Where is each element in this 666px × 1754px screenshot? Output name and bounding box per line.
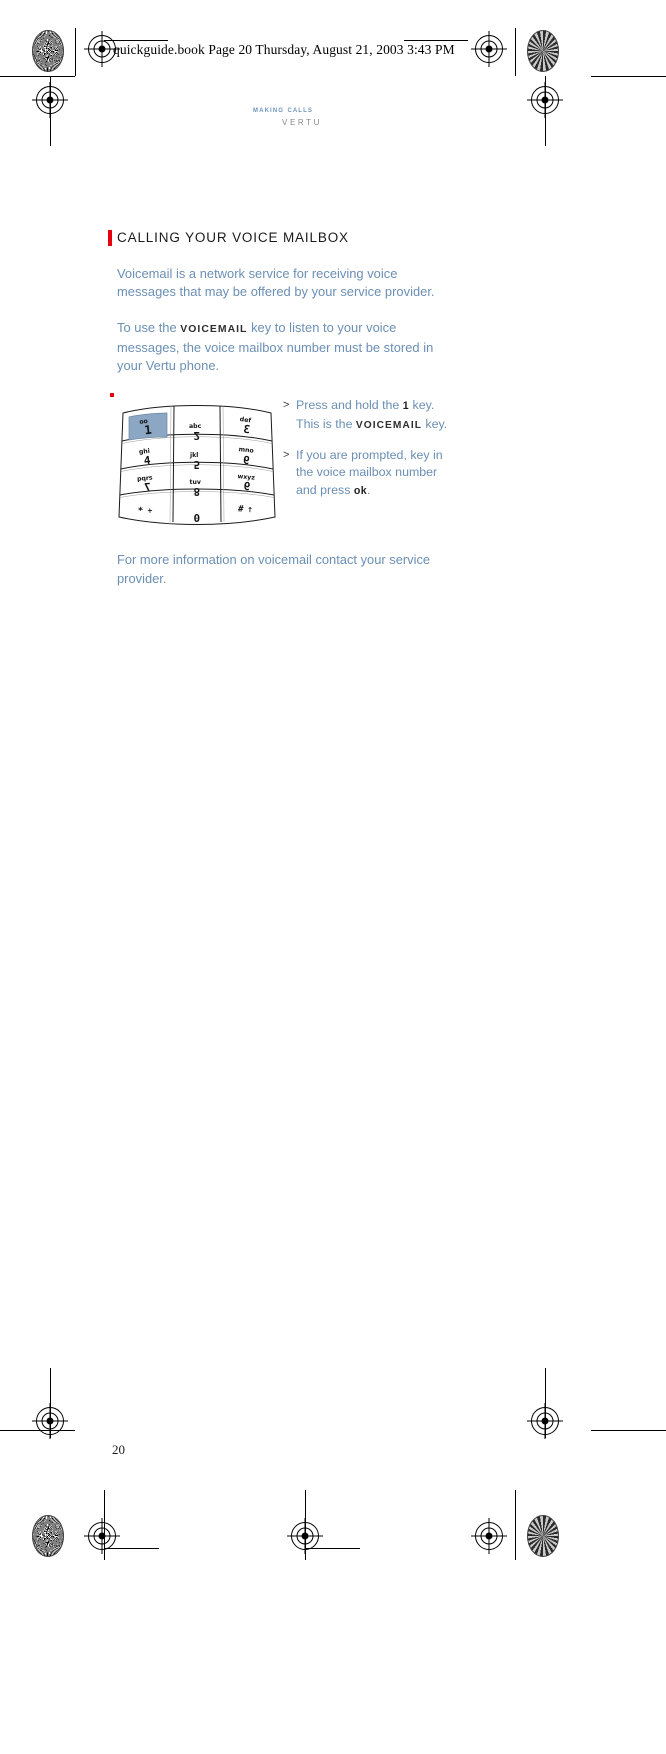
step-item-1: > Press and hold the 1 key. This is the v… xyxy=(283,397,458,434)
svg-text:6: 6 xyxy=(242,453,250,467)
bottom-crop-rule-left xyxy=(104,1548,159,1549)
running-head: Making calls VERTU xyxy=(183,104,383,127)
svg-text:9: 9 xyxy=(243,480,251,494)
step-list: > Press and hold the 1 key. This is the v… xyxy=(283,397,458,512)
svg-text:7: 7 xyxy=(144,481,152,495)
svg-text:*: * xyxy=(138,507,144,517)
crop-line-over-text-left xyxy=(104,40,168,41)
usage-paragraph: To use the voicemail key to listen to yo… xyxy=(117,319,458,376)
svg-text:5: 5 xyxy=(194,458,201,471)
phone-keypad-illustration: .kl{fill:none;stroke:#1a1a1a;stroke-widt… xyxy=(118,405,276,526)
page-number: 20 xyxy=(112,1442,125,1457)
closing-paragraph: For more information on voicemail contac… xyxy=(117,552,431,586)
page-trim-line-top xyxy=(0,76,75,77)
bottom-trim-line-right xyxy=(515,1490,516,1560)
trim-edge-left xyxy=(50,76,51,146)
step-item-2: > If you are prompted, key in the voice m… xyxy=(283,447,458,501)
trim-edge-left-lower xyxy=(50,1368,51,1438)
svg-text:3: 3 xyxy=(243,423,251,437)
running-head-brand: VERTU xyxy=(282,118,322,127)
print-starburst-bottom-right xyxy=(527,1515,559,1557)
page-content: CALLING YOUR VOICE MAILBOX Voicemail is … xyxy=(108,230,458,588)
crop-rule-top-right-v xyxy=(515,28,516,76)
print-starburst-top-right xyxy=(527,30,559,72)
step-marker-icon: > xyxy=(283,448,290,461)
crop-line-over-text-right xyxy=(404,40,468,41)
svg-text:2: 2 xyxy=(194,429,201,442)
registration-mark-bottom-right xyxy=(471,1518,507,1554)
running-head-section: Making calls xyxy=(253,104,313,114)
page-trim-line-top-right xyxy=(591,76,666,77)
svg-text:+: + xyxy=(147,507,154,515)
step-marker-icon: > xyxy=(283,399,290,412)
figure-and-steps: .kl{fill:none;stroke:#1a1a1a;stroke-widt… xyxy=(108,393,458,531)
step-2-key: ok xyxy=(353,484,368,497)
heading-red-marker xyxy=(108,230,112,246)
figure-red-square-marker xyxy=(110,393,114,398)
crop-rule-top-left-v xyxy=(75,28,76,76)
step-1-key-name: voicemail xyxy=(355,420,422,432)
crop-header-text: quickguide.book Page 20 Thursday, August… xyxy=(113,42,455,57)
step-1-text-3: key. xyxy=(421,417,448,432)
svg-text:abc: abc xyxy=(189,423,202,430)
svg-text:0: 0 xyxy=(194,511,201,524)
intro-paragraph: Voicemail is a network service for recei… xyxy=(117,266,435,300)
trim-edge-right-lower xyxy=(545,1368,546,1438)
trim-edge-right xyxy=(545,76,546,146)
svg-text:4: 4 xyxy=(143,454,151,468)
bottom-crop-rule-center xyxy=(305,1548,360,1549)
document-page: quickguide.book Page 20 Thursday, August… xyxy=(0,0,666,1754)
footer-trim-line-right xyxy=(591,1430,666,1431)
svg-text:tuv: tuv xyxy=(190,479,201,486)
step-2-text-2: . xyxy=(367,482,371,497)
svg-text:↑: ↑ xyxy=(247,506,253,514)
step-1-text-1: Press and hold the xyxy=(296,398,403,413)
voicemail-key-label: voicemail xyxy=(180,323,248,335)
usage-text-before: To use the xyxy=(117,319,181,335)
page-title: CALLING YOUR VOICE MAILBOX xyxy=(117,230,349,245)
svg-text:8: 8 xyxy=(194,485,201,498)
print-starburst-bottom-left xyxy=(32,1515,64,1557)
svg-text:jkl: jkl xyxy=(189,452,198,459)
svg-text:#: # xyxy=(238,505,245,515)
section-heading-wrap: CALLING YOUR VOICE MAILBOX xyxy=(108,230,458,246)
registration-mark-top-right xyxy=(471,31,507,67)
print-starburst-top-left xyxy=(32,30,64,72)
